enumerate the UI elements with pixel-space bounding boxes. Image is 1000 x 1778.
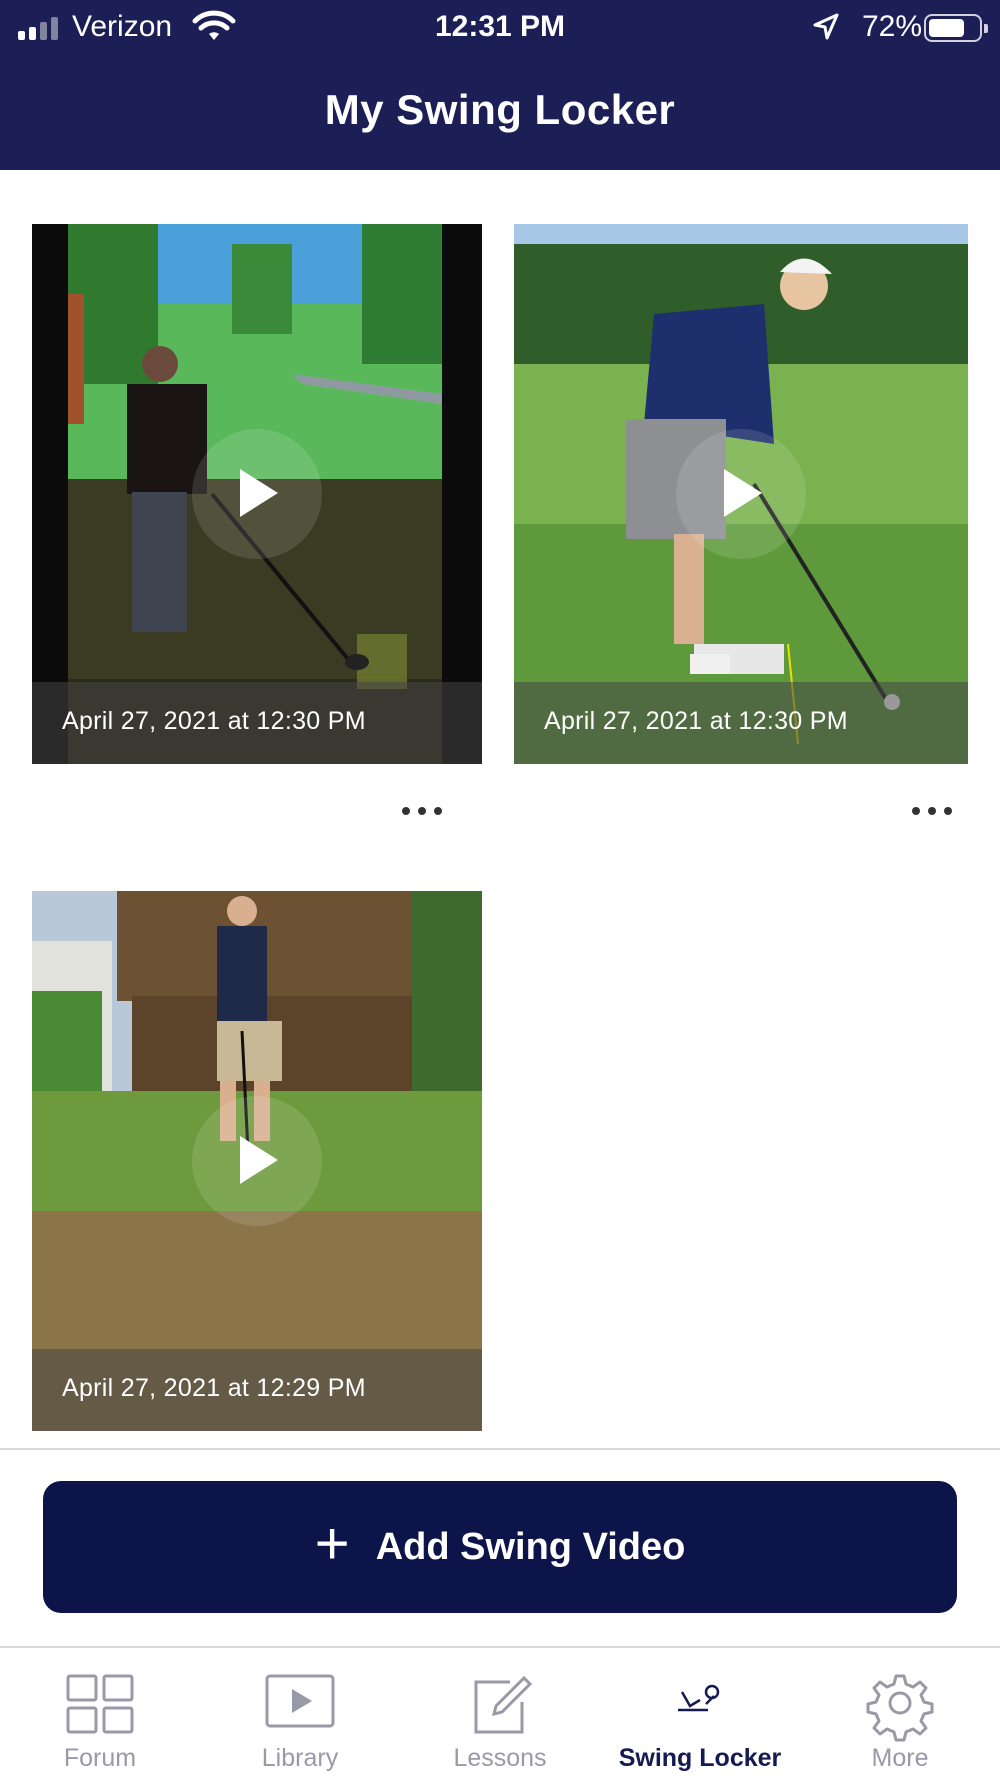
play-button[interactable] — [676, 429, 806, 559]
video-card[interactable]: April 27, 2021 at 12:30 PM — [514, 224, 968, 764]
add-swing-video-button[interactable]: + Add Swing Video — [43, 1481, 957, 1613]
tab-label: Swing Locker — [618, 1744, 782, 1772]
date-overlay: April 27, 2021 at 12:30 PM — [514, 682, 968, 764]
plus-icon: + — [314, 1510, 350, 1577]
grid-icon — [66, 1674, 134, 1734]
play-icon — [240, 469, 278, 517]
battery-fill — [929, 19, 964, 37]
video-card[interactable]: April 27, 2021 at 12:30 PM — [32, 224, 482, 764]
gear-icon — [866, 1674, 934, 1742]
tab-label: Lessons — [453, 1744, 547, 1772]
tab-swing-locker[interactable]: Swing Locker — [600, 1648, 800, 1778]
header-bar: Verizon 12:31 PM 72% My Swing Locker — [0, 0, 1000, 170]
video-date: April 27, 2021 at 12:30 PM — [62, 707, 366, 735]
tab-bar: Forum Library Lessons Swing Locker More — [0, 1648, 1000, 1778]
status-bar: Verizon 12:31 PM 72% — [0, 0, 1000, 56]
tab-label: More — [871, 1744, 929, 1772]
battery-nub — [984, 24, 988, 33]
location-arrow-icon — [812, 12, 840, 47]
play-box-icon — [265, 1674, 335, 1728]
tab-forum[interactable]: Forum — [0, 1648, 200, 1778]
play-icon — [724, 469, 762, 517]
video-date: April 27, 2021 at 12:29 PM — [62, 1374, 366, 1402]
add-swing-video-label: Add Swing Video — [375, 1525, 686, 1568]
date-overlay: April 27, 2021 at 12:29 PM — [32, 1349, 482, 1431]
battery-percent: 72% — [862, 10, 923, 43]
clock: 12:31 PM — [434, 10, 566, 43]
video-card[interactable]: April 27, 2021 at 12:29 PM — [32, 891, 482, 1431]
tab-label: Forum — [63, 1744, 137, 1772]
tab-more[interactable]: More — [800, 1648, 1000, 1778]
play-button[interactable] — [192, 429, 322, 559]
tab-label: Library — [261, 1744, 339, 1772]
video-date: April 27, 2021 at 12:30 PM — [544, 707, 848, 735]
edit-icon — [474, 1675, 533, 1734]
more-dots-icon[interactable] — [902, 796, 962, 826]
more-dots-icon[interactable] — [392, 796, 452, 826]
golf-swing-icon — [678, 1684, 720, 1712]
date-overlay: April 27, 2021 at 12:30 PM — [32, 682, 482, 764]
tab-library[interactable]: Library — [200, 1648, 400, 1778]
play-icon — [240, 1136, 278, 1184]
tab-lessons[interactable]: Lessons — [400, 1648, 600, 1778]
play-button[interactable] — [192, 1096, 322, 1226]
content-divider — [0, 1448, 1000, 1450]
page-title: My Swing Locker — [324, 86, 676, 133]
battery-icon — [924, 14, 988, 42]
